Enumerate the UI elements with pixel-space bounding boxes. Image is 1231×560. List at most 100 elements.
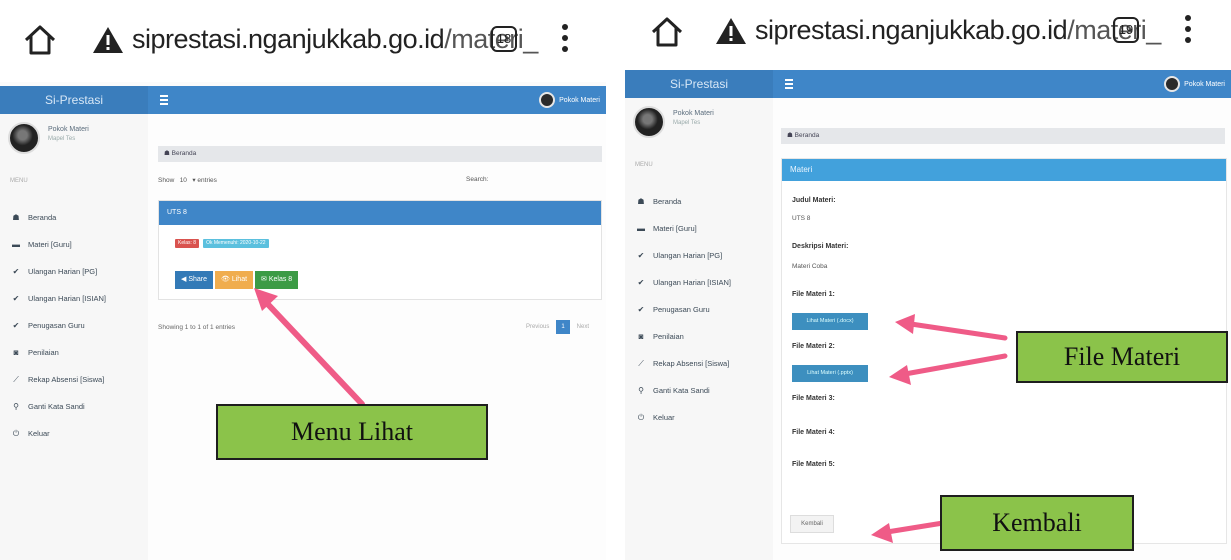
sidebar-item-label: Materi [Guru] [653,224,697,233]
callout-file-materi: File Materi [1016,331,1228,383]
next-page-button[interactable]: Next [572,320,594,334]
breadcrumb[interactable]: ☗ Beranda [781,128,1225,144]
sidebar-item-label: Penugasan Guru [28,321,85,330]
power-icon: ⏻ [12,428,20,438]
show-label: Show [158,177,175,184]
sidebar-item-label: Ulangan Harian [PG] [28,267,98,276]
address-bar[interactable]: siprestasi.nganjukkab.go.id/materi_ [755,15,1161,46]
sidebar-item-beranda[interactable]: ☗ Beranda [635,188,731,215]
sidebar-item-label: Rekap Absensi [Siswa] [653,359,730,368]
sidebar-item-ulangan-isian[interactable]: ✔ Ulangan Harian [ISIAN] [635,269,731,296]
sidebar-item-keluar[interactable]: ⏻ Keluar [635,404,731,431]
search-label[interactable]: Search: [466,176,488,183]
tab-count-button[interactable]: 19 [1113,17,1139,43]
file1-label: File Materi 1: [792,291,835,298]
more-menu-icon[interactable] [1183,13,1193,47]
sidebar-item-label: Penugasan Guru [653,305,710,314]
browser-toolbar: siprestasi.nganjukkab.go.id/materi_ 18 [0,0,606,82]
check-icon: ✔ [12,321,20,330]
sidebar-item-label: Ganti Kata Sandi [653,386,710,395]
avatar [1164,76,1181,92]
judul-value: UTS 8 [792,215,811,222]
page-size-select[interactable]: 10 [180,177,187,184]
sidebar-item-label: Beranda [653,197,682,206]
sidebar-item-sandi[interactable]: ⚲ Ganti Kata Sandi [10,393,106,420]
avatar [633,106,665,138]
card-title: UTS 8 [159,201,601,225]
share-button[interactable]: ◀ Share [175,271,214,289]
screenshot-list-view: siprestasi.nganjukkab.go.id/materi_ 18 S… [0,0,606,560]
sidebar-item-keluar[interactable]: ⏻ Keluar [10,420,106,447]
sidebar-item-penugasan[interactable]: ✔ Penugasan Guru [10,312,106,339]
app-brand[interactable]: Si-Prestasi [625,70,773,98]
check-icon: ✔ [12,267,20,276]
avatar [8,122,40,154]
sidebar-item-ulangan-isian[interactable]: ✔ Ulangan Harian [ISIAN] [10,285,106,312]
pagination: Previous 1 Next [521,320,594,334]
screenshot-detail-view: siprestasi.nganjukkab.go.id/materi_ 19 S… [625,0,1231,560]
sidebar-item-sandi[interactable]: ⚲ Ganti Kata Sandi [635,377,731,404]
sidebar-item-label: Ganti Kata Sandi [28,402,85,411]
deskripsi-label: Deskripsi Materi: [792,243,849,250]
folder-icon: ▬ [637,224,645,233]
sidebar-item-ulangan-pg[interactable]: ✔ Ulangan Harian [PG] [635,242,731,269]
main-content: ☗ Beranda Materi Judul Materi: UTS 8 Des… [773,98,1231,560]
sidebar-user: Pokok Materi Mapel Tes [633,106,714,138]
hamburger-icon[interactable] [160,95,168,105]
table-controls: Show 10 ▾ entries Search: [158,176,602,184]
sidebar-menu: ☗ Beranda ▬ Materi [Guru] ✔ Ulangan Harian … [635,188,731,431]
app-header: Si-Prestasi Pokok Materi [625,70,1231,98]
chart-icon: ⟋ [13,374,19,384]
header-user[interactable]: Pokok Materi [1164,76,1225,92]
materi-card: UTS 8 Kelas: 8 Ok Memenuhi: 2020-10-22 ◀… [158,200,602,300]
file1-view-button[interactable]: Lihat Materi (.docx) [792,313,868,330]
sidebar-item-penilaian[interactable]: ◙ Penilaian [635,323,731,350]
grade-icon: ◙ [13,348,19,357]
warning-icon[interactable] [92,25,124,55]
sidebar-item-rekap[interactable]: ⟋ Rekap Absensi [Siswa] [635,350,731,377]
chart-icon: ⟋ [638,358,644,368]
sidebar-item-label: Penilaian [28,348,59,357]
check-icon: ✔ [637,278,645,287]
sidebar-item-materi[interactable]: ▬ Materi [Guru] [10,231,106,258]
more-menu-icon[interactable] [560,22,570,56]
kelas-button[interactable]: ✉ Kelas 8 [255,271,299,289]
warning-icon[interactable] [715,16,747,46]
app-brand[interactable]: Si-Prestasi [0,86,148,114]
prev-page-button[interactable]: Previous [521,320,554,334]
menu-title: MENU [10,178,28,184]
sidebar-item-label: Ulangan Harian [ISIAN] [653,278,731,287]
sidebar-item-label: Ulangan Harian [ISIAN] [28,294,106,303]
header-user[interactable]: Pokok Materi [539,92,600,108]
breadcrumb[interactable]: ☗ Beranda [158,146,602,162]
sidebar-item-rekap[interactable]: ⟋ Rekap Absensi [Siswa] [10,366,106,393]
sidebar-item-penugasan[interactable]: ✔ Penugasan Guru [635,296,731,323]
check-icon: ✔ [637,251,645,260]
user-name: Pokok Materi [673,110,714,117]
sidebar-item-ulangan-pg[interactable]: ✔ Ulangan Harian [PG] [10,258,106,285]
home-icon: ☗ [637,197,645,206]
user-name: Pokok Materi [48,126,89,133]
sidebar: Pokok Materi Mapel Tes MENU ☗ Beranda ▬ Ma… [0,114,148,560]
tab-count-button[interactable]: 18 [491,26,517,52]
hamburger-icon[interactable] [785,79,793,89]
sidebar-item-materi[interactable]: ▬ Materi [Guru] [635,215,731,242]
avatar [539,92,556,108]
lihat-button[interactable]: 👁 Lihat [215,271,254,289]
app-header: Si-Prestasi Pokok Materi [0,86,606,114]
sidebar-item-penilaian[interactable]: ◙ Penilaian [10,339,106,366]
sidebar-item-beranda[interactable]: ☗ Beranda [10,204,106,231]
address-bar[interactable]: siprestasi.nganjukkab.go.id/materi_ [132,24,538,55]
header-user-name: Pokok Materi [1184,80,1225,88]
sidebar-item-label: Keluar [28,429,50,438]
key-icon: ⚲ [13,402,19,411]
sidebar-user: Pokok Materi Mapel Tes [8,122,89,154]
page-1-button[interactable]: 1 [556,320,570,334]
kembali-button[interactable]: Kembali [790,515,834,533]
date-badge: Ok Memenuhi: 2020-10-22 [203,239,269,248]
file2-view-button[interactable]: Lihat Materi (.pptx) [792,365,868,382]
sidebar-menu: ☗ Beranda ▬ Materi [Guru] ✔ Ulangan Harian … [10,204,106,447]
folder-icon: ▬ [12,240,20,249]
home-icon[interactable] [22,22,58,58]
home-icon[interactable] [649,14,685,50]
